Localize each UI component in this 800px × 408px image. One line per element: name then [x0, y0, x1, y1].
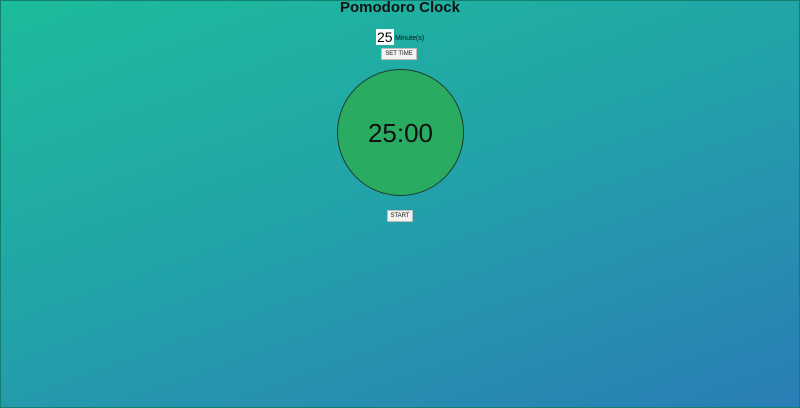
timer-circle: 25:00	[337, 69, 464, 196]
page-title: Pomodoro Clock	[339, 0, 460, 16]
minutes-unit-label: Minute(s)	[395, 35, 425, 42]
minutes-input[interactable]	[376, 29, 394, 45]
set-time-button[interactable]: SET TIME	[381, 48, 417, 60]
timer-display: 25:00	[367, 117, 434, 148]
start-button[interactable]: START	[387, 210, 413, 222]
page-frame	[0, 0, 800, 408]
minutes-setting: Minute(s)	[376, 28, 424, 45]
